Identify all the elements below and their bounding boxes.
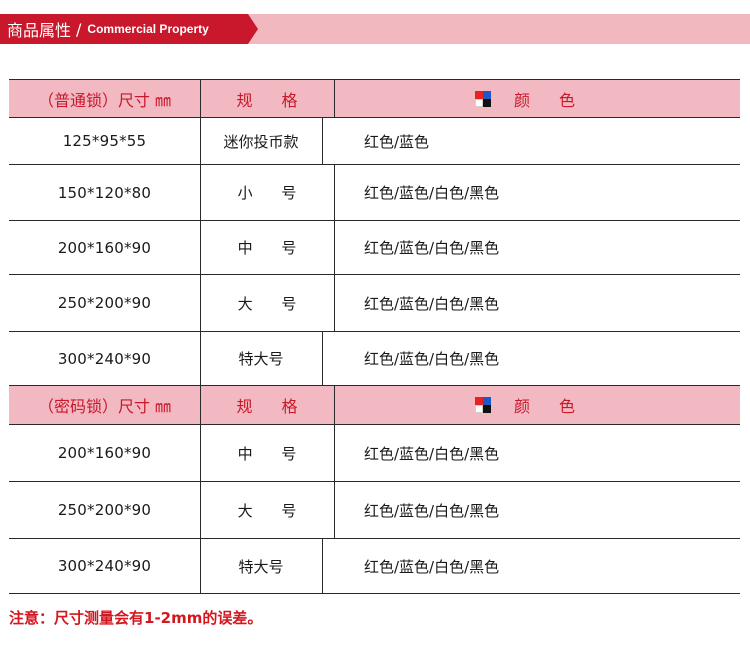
spec-cell: 小 号 (200, 165, 335, 220)
spec-cell: 特大号 (200, 332, 323, 385)
table-header-row: （普通锁）尺寸 ㎜ 规 格 颜 色 (9, 79, 740, 118)
table-row: 125*95*55 迷你投币款 红色/蓝色 (9, 118, 740, 165)
size-cell: 250*200*90 (9, 482, 201, 538)
banner-tag: 商品属性 / Commercial Property (0, 14, 258, 44)
color-swatch-icon (474, 397, 491, 413)
header-colors: 颜 色 (322, 386, 740, 424)
header-size: （普通锁）尺寸 ㎜ (9, 80, 201, 117)
size-cell: 300*240*90 (9, 539, 201, 593)
colors-cell: 红色/蓝色/白色/黑色 (364, 444, 500, 463)
colors-cell: 红色/蓝色/白色/黑色 (364, 350, 500, 368)
table-row: 150*120*80 小 号 红色/蓝色/白色/黑色 (9, 165, 740, 221)
colors-cell: 红色/蓝色/白色/黑色 (364, 184, 500, 202)
table-row: 300*240*90 特大号 红色/蓝色/白色/黑色 (9, 539, 740, 594)
banner-separator: / (76, 19, 82, 39)
spec-cell: 大 号 (200, 275, 335, 331)
header-colors-label: 颜 色 (513, 90, 588, 110)
table-row: 250*200*90 大 号 红色/蓝色/白色/黑色 (9, 482, 740, 539)
spec-cell: 中 号 (200, 221, 335, 274)
size-cell: 300*240*90 (9, 332, 201, 385)
colors-cell: 红色/蓝色 (364, 132, 430, 151)
colors-cell: 红色/蓝色/白色/黑色 (364, 501, 500, 520)
table-row: 200*160*90 中 号 红色/蓝色/白色/黑色 (9, 221, 740, 275)
header-colors-label: 颜 色 (513, 397, 588, 416)
header-colors: 颜 色 (322, 80, 740, 117)
table-row: 200*160*90 中 号 红色/蓝色/白色/黑色 (9, 425, 740, 482)
header-spec: 规 格 (200, 80, 335, 117)
spec-cell: 特大号 (200, 539, 323, 593)
table-row: 250*200*90 大 号 红色/蓝色/白色/黑色 (9, 275, 740, 332)
ordinary-lock-table: （普通锁）尺寸 ㎜ 规 格 颜 色 125*95*55 迷你投币款 红色/蓝色 … (9, 79, 740, 386)
colors-cell: 红色/蓝色/白色/黑色 (364, 294, 500, 313)
table-row: 300*240*90 特大号 红色/蓝色/白色/黑色 (9, 332, 740, 386)
header-size: （密码锁）尺寸 ㎜ (9, 386, 201, 424)
measurement-note: 注意：尺寸测量会有1-2mm的误差。 (9, 609, 263, 627)
color-swatch-icon (474, 90, 491, 107)
banner-title-cn: 商品属性 (7, 21, 72, 40)
spec-cell: 大 号 (200, 482, 335, 538)
header-spec: 规 格 (200, 386, 335, 424)
size-cell: 125*95*55 (9, 118, 201, 164)
spec-cell: 迷你投币款 (200, 118, 323, 164)
size-cell: 250*200*90 (9, 275, 201, 331)
spec-cell: 中 号 (200, 425, 335, 481)
colors-cell: 红色/蓝色/白色/黑色 (364, 239, 500, 257)
banner-title-en: Commercial Property (87, 22, 209, 36)
section-banner: 商品属性 / Commercial Property (0, 14, 750, 44)
combination-lock-table: （密码锁）尺寸 ㎜ 规 格 颜 色 200*160*90 中 号 红色/蓝色/白… (9, 386, 740, 594)
table-header-row: （密码锁）尺寸 ㎜ 规 格 颜 色 (9, 386, 740, 425)
size-cell: 200*160*90 (9, 221, 201, 274)
colors-cell: 红色/蓝色/白色/黑色 (364, 557, 500, 576)
size-cell: 200*160*90 (9, 425, 201, 481)
size-cell: 150*120*80 (9, 165, 201, 220)
